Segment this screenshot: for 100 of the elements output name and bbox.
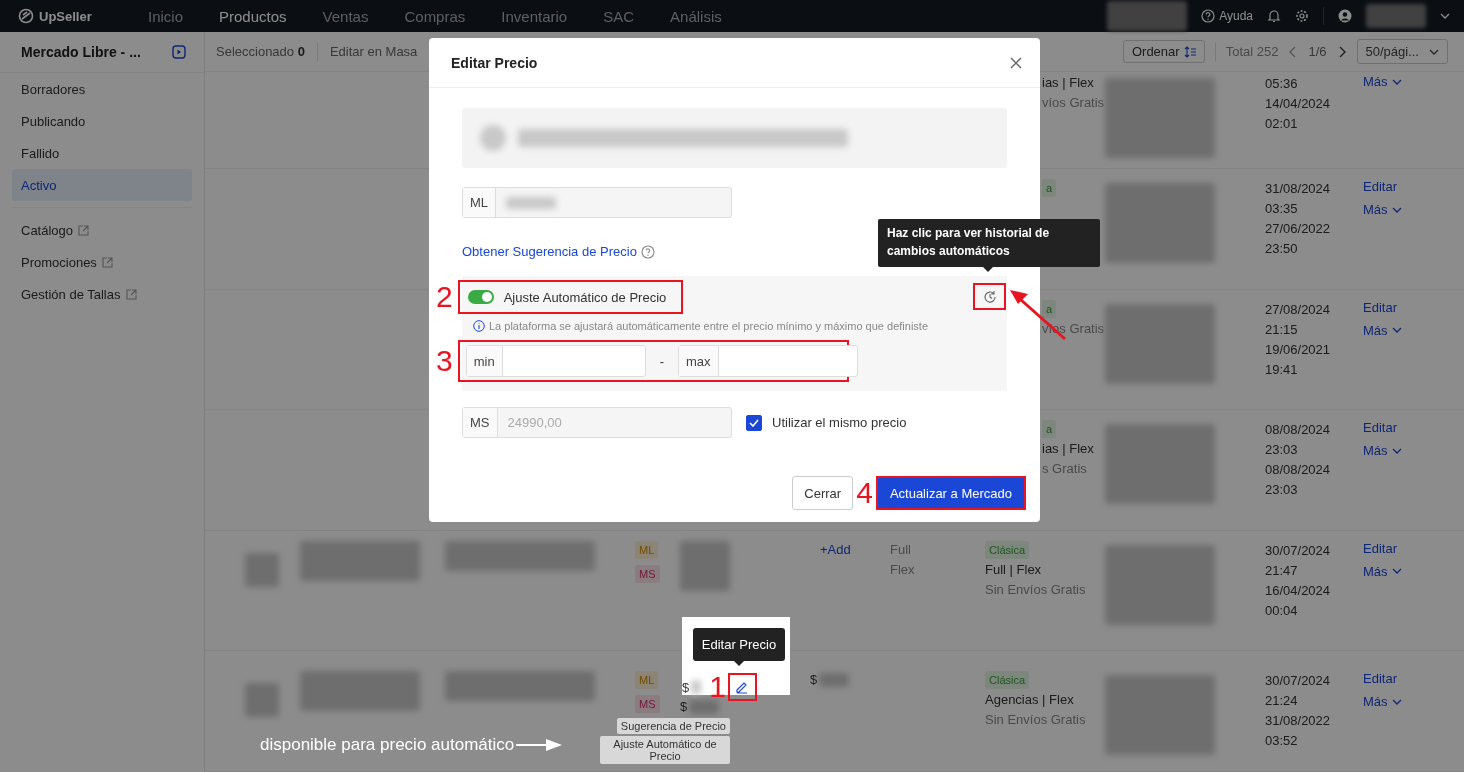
- sidebar-item[interactable]: Borradores: [12, 73, 192, 105]
- close-icon[interactable]: [1010, 56, 1022, 69]
- more-menu[interactable]: Más: [1363, 322, 1464, 338]
- logistics-text: s Gratis: [1042, 460, 1088, 479]
- price-currency: $: [680, 700, 688, 715]
- help-icon: [640, 244, 655, 259]
- step-number: 2: [436, 282, 453, 312]
- toggle-switch[interactable]: [467, 290, 494, 304]
- listing-type-badge: Clásica: [985, 671, 1030, 690]
- tooltip-arrow: [734, 661, 744, 666]
- edit-price-button[interactable]: [727, 673, 757, 701]
- sidebar-item[interactable]: Fallido: [12, 137, 192, 169]
- redacted-block: [1366, 4, 1426, 28]
- selected-count: Seleccionado 0: [216, 44, 305, 60]
- shipping-text: Flex: [890, 560, 916, 579]
- edit-link[interactable]: Editar: [1363, 540, 1464, 556]
- nav-tab[interactable]: Compras: [386, 7, 484, 25]
- channel-tag: MS: [635, 564, 660, 583]
- listing-type-badge: a: [1042, 299, 1057, 318]
- sidebar-item[interactable]: Activo: [12, 169, 192, 201]
- logistics-text: ias | Flex: [1042, 74, 1095, 93]
- edit-link[interactable]: Editar: [1363, 671, 1464, 687]
- date-text: 30/07/2024 21:47 16/04/2024 00:04: [1265, 541, 1332, 620]
- channel-tag: ML: [635, 540, 659, 559]
- callout-text: disponible para precio automático: [260, 735, 515, 755]
- checkbox-label: Utilizar el mismo precio: [772, 415, 907, 430]
- sidebar-item[interactable]: Publicando: [12, 105, 192, 137]
- pencil-icon: [735, 680, 750, 694]
- range-separator: -: [659, 353, 665, 369]
- hint-text: La plataforma se ajustará automáticamente entre el precio mínimo y máximo que definiste: [489, 320, 928, 332]
- history-button[interactable]: [973, 283, 1006, 310]
- check-icon: [749, 418, 759, 427]
- nav-tab[interactable]: Inventario: [483, 7, 586, 25]
- dialog-title: Editar Precio: [451, 54, 538, 71]
- redacted-block: [689, 700, 720, 715]
- user-icon[interactable]: [1338, 9, 1352, 23]
- more-menu[interactable]: Más: [1363, 563, 1464, 579]
- redacted-block: [819, 673, 850, 688]
- date-text: 08/08/2024 23:03 08/08/2024 23:03: [1265, 421, 1332, 500]
- date-text: 27/08/2024 21:15 19/06/2021 19:41: [1265, 300, 1332, 379]
- max-price-field[interactable]: max: [678, 345, 859, 377]
- logistics-text: Full | Flex: [985, 560, 1043, 579]
- add-link[interactable]: +Add: [790, 540, 890, 559]
- cost-currency: $: [810, 671, 818, 690]
- logistics-text: víos Gratis: [1042, 94, 1105, 113]
- checkbox[interactable]: [746, 414, 762, 431]
- more-menu[interactable]: Más: [1363, 74, 1464, 90]
- date-text: 30/07/2024 21:24 31/08/2022 03:52: [1265, 672, 1332, 751]
- listing-type-badge: a: [1042, 179, 1057, 198]
- play-icon[interactable]: [172, 45, 186, 59]
- price-feature-tag: Sugerencia de Precio: [616, 718, 730, 734]
- edit-link[interactable]: Editar: [1363, 420, 1464, 436]
- date-text: 31/08/2024 03:35 27/06/2022 23:50: [1265, 180, 1332, 259]
- price-feature-tag: Ajuste Automático de Precio: [600, 736, 730, 764]
- help-link[interactable]: Ayuda: [1219, 9, 1253, 23]
- clock-icon: [982, 289, 997, 304]
- edit-link[interactable]: Editar: [1363, 179, 1464, 195]
- bell-icon[interactable]: [1267, 9, 1281, 23]
- logistics-text: Sin Envíos Gratis: [985, 580, 1087, 599]
- more-menu[interactable]: Más: [1363, 694, 1464, 710]
- sort-button[interactable]: Ordenar: [1122, 40, 1205, 64]
- logo-icon: [18, 8, 34, 24]
- logistics-text: Agencias | Flex: [985, 691, 1075, 710]
- channel-tag: MS: [635, 695, 660, 714]
- listing-type-badge: a: [1042, 420, 1057, 439]
- shipping-text: Full: [890, 540, 912, 559]
- sidebar-item[interactable]: Catálogo: [12, 214, 192, 246]
- listing-type-badge: Clásica: [985, 540, 1030, 559]
- bulk-edit-button[interactable]: Editar en Masa: [329, 44, 418, 60]
- app-logo: UpSeller: [39, 8, 92, 24]
- product-thumbnail: [245, 683, 279, 718]
- page-size-select[interactable]: 50/pági...: [1356, 39, 1448, 65]
- nav-tab[interactable]: Productos: [201, 7, 305, 25]
- redacted-block: [691, 680, 702, 694]
- nav-tab[interactable]: SAC: [585, 7, 653, 25]
- channel-tag: ML: [635, 671, 659, 690]
- sort-icon: [1183, 45, 1196, 58]
- logistics-text: Sin Envíos Gratis: [985, 711, 1087, 730]
- more-menu[interactable]: Más: [1363, 443, 1464, 459]
- step-number: 4: [856, 478, 873, 508]
- edit-link[interactable]: Editar: [1363, 299, 1464, 315]
- settings-icon[interactable]: [1295, 9, 1309, 23]
- min-price-field[interactable]: min: [465, 345, 646, 377]
- date-text: 05:36 14/04/2024 02:01: [1265, 75, 1332, 134]
- nav-tab[interactable]: Inicio: [130, 7, 202, 25]
- toggle-label: Ajuste Automático de Precio: [503, 289, 667, 305]
- update-button[interactable]: Actualizar a Mercado: [875, 476, 1026, 510]
- more-menu[interactable]: Más: [1363, 202, 1464, 218]
- price-suggestion-link[interactable]: Obtener Sugerencia de Precio: [462, 244, 655, 259]
- close-button[interactable]: Cerrar: [792, 476, 854, 510]
- help-icon: [1201, 9, 1216, 23]
- sidebar-item[interactable]: Gestión de Tallas: [12, 278, 192, 310]
- nav-tab[interactable]: Ventas: [304, 7, 387, 25]
- sidebar-item[interactable]: Promociones: [12, 246, 192, 278]
- nav-tab[interactable]: Análisis: [652, 7, 740, 25]
- logistics-text: ias | Flex: [1042, 440, 1095, 459]
- chevron-down-icon: [1440, 11, 1450, 21]
- page-indicator: 1/6: [1308, 44, 1327, 60]
- pointer-arrow: [516, 738, 563, 752]
- listing-price-field[interactable]: ML: [462, 187, 732, 218]
